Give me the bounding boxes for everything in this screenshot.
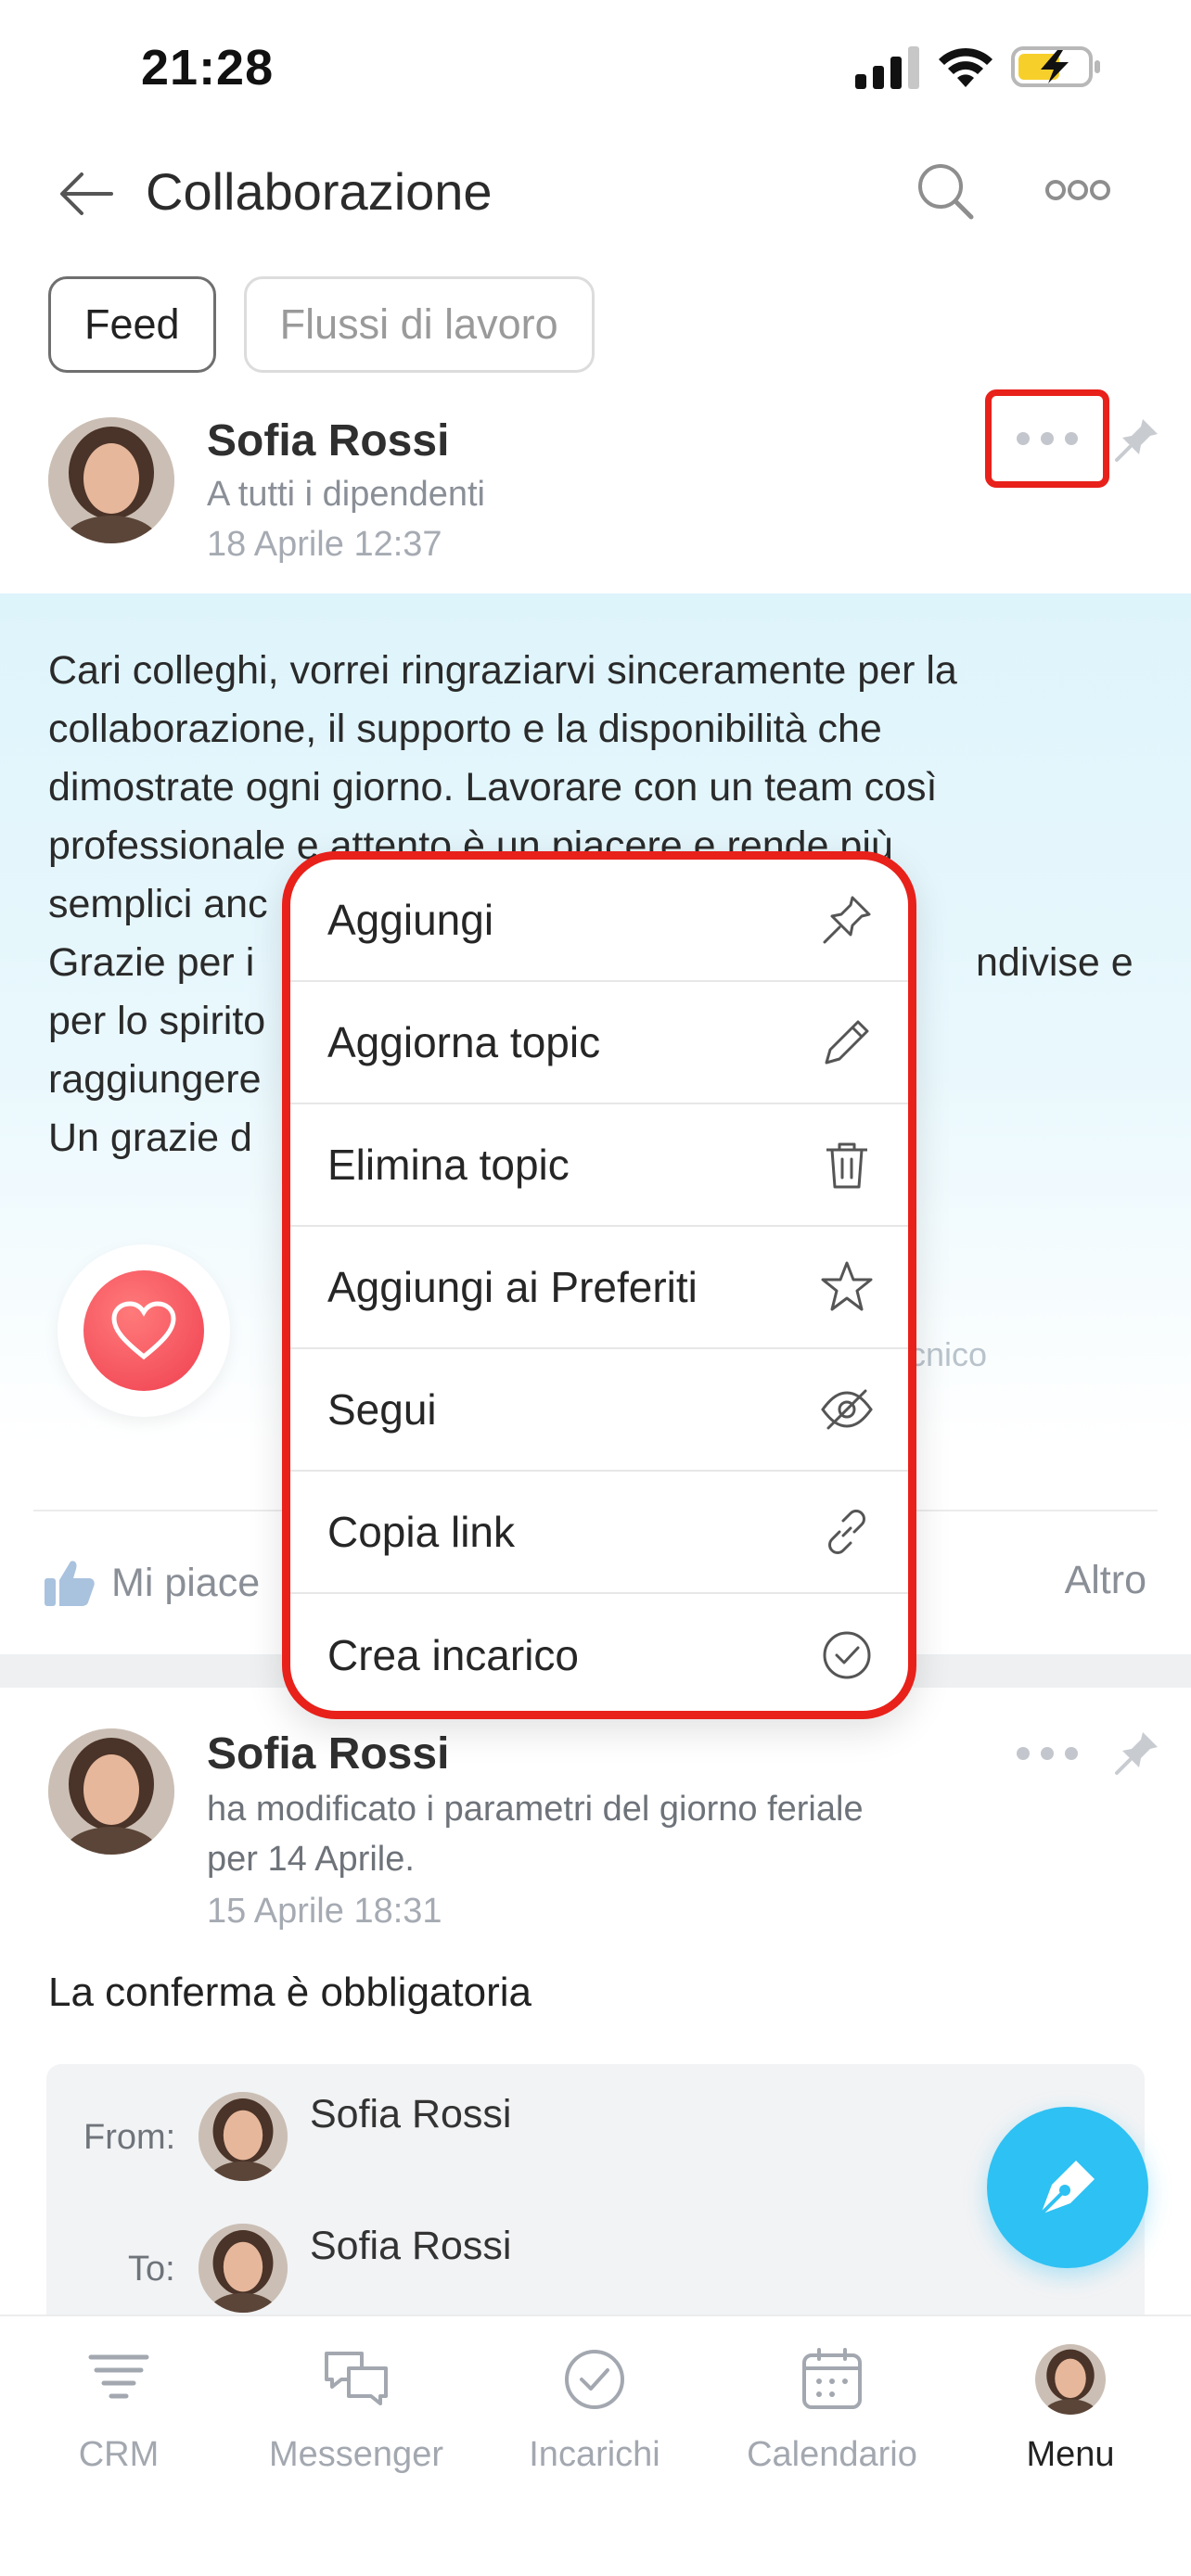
heart-icon — [111, 1301, 176, 1360]
post-date: 15 Aprile 18:31 — [207, 1892, 442, 1931]
avatar[interactable] — [48, 1728, 174, 1855]
battery-charging-icon — [1011, 46, 1100, 87]
tab-workflows[interactable]: Flussi di lavoro — [243, 276, 595, 373]
status-time: 21:28 — [141, 40, 275, 96]
pen-nib-icon — [1039, 2161, 1095, 2216]
like-button[interactable]: Mi piace — [43, 1550, 260, 1615]
to-label: To: — [128, 2250, 175, 2289]
menu-item-add-favorites[interactable]: Aggiungi ai Preferiti — [290, 1227, 908, 1349]
tab-tasks[interactable]: Incarichi — [483, 2344, 706, 2511]
app-header: Collaborazione — [0, 139, 1191, 250]
avatar-face-icon — [48, 417, 174, 543]
tab-label: Menu — [1026, 2435, 1115, 2474]
highlight-box — [985, 389, 1109, 488]
cellular-signal-icon — [855, 46, 919, 89]
trash-icon — [826, 1142, 867, 1189]
tab-label: Incarichi — [529, 2435, 660, 2474]
like-label: Mi piace — [111, 1560, 261, 1605]
menu-item-label: Aggiungi ai Preferiti — [327, 1263, 698, 1311]
tab-label: CRM — [78, 2435, 160, 2474]
check-circle-icon — [823, 1631, 871, 1679]
context-menu: Aggiungi Aggiorna topic Elimina topic Ag… — [282, 851, 916, 1719]
post-author[interactable]: Sofia Rossi — [207, 415, 449, 466]
status-bar: 21:28 — [0, 0, 1191, 130]
post-text-fragment: ndivise e — [976, 940, 1133, 985]
avatar[interactable] — [198, 2224, 288, 2313]
tab-messenger[interactable]: Messenger — [245, 2344, 467, 2511]
tab-crm[interactable]: CRM — [7, 2344, 230, 2511]
menu-item-delete-topic[interactable]: Elimina topic — [290, 1104, 908, 1227]
dot — [1065, 1747, 1078, 1760]
avatar — [1035, 2344, 1106, 2415]
tab-label: Calendario — [747, 2435, 917, 2474]
page-title: Collaborazione — [146, 162, 493, 221]
eye-off-icon — [821, 1389, 873, 1430]
menu-item-create-task[interactable]: Crea incarico — [290, 1594, 908, 1711]
search-icon[interactable] — [914, 159, 977, 223]
link-icon — [828, 1510, 865, 1554]
tab-feed[interactable]: Feed — [48, 276, 216, 373]
menu-item-add[interactable]: Aggiungi — [290, 860, 908, 982]
heart-badge — [83, 1270, 204, 1391]
post-audience[interactable]: A tutti i dipendenti — [207, 475, 485, 515]
post-action-line: per 14 Aprile. — [207, 1840, 415, 1879]
tab-menu[interactable]: Menu — [959, 2344, 1182, 2511]
dot — [1017, 1747, 1030, 1760]
menu-item-follow[interactable]: Segui — [290, 1349, 908, 1472]
menu-item-copy-link[interactable]: Copia link — [290, 1472, 908, 1594]
chat-icon — [325, 2352, 388, 2405]
more-options-icon[interactable] — [1044, 176, 1111, 204]
post-text-line: dimostrate ogni giorno. Lavorare con un … — [48, 765, 938, 810]
wifi-icon — [939, 47, 992, 87]
star-icon — [821, 1261, 873, 1311]
from-label: From: — [83, 2118, 176, 2157]
menu-item-label: Segui — [327, 1385, 437, 1434]
calendar-icon — [802, 2348, 862, 2409]
post-action-line: ha modificato i parametri del giorno fer… — [207, 1790, 864, 1829]
check-circle-icon — [565, 2350, 624, 2409]
pin-icon — [823, 896, 871, 944]
menu-item-label: Aggiorna topic — [327, 1018, 601, 1066]
pin-icon[interactable] — [1111, 414, 1163, 465]
pin-icon[interactable] — [1111, 1727, 1163, 1779]
post-more-button[interactable] — [992, 1730, 1103, 1777]
reaction-heart-button[interactable] — [58, 1244, 230, 1417]
avatar-face-icon — [1035, 2344, 1106, 2415]
new-post-button[interactable] — [987, 2107, 1148, 2268]
post-date: 18 Aprile 12:37 — [207, 525, 442, 564]
post-author[interactable]: Sofia Rossi — [207, 1728, 449, 1779]
more-reactions-button[interactable]: Altro — [1065, 1558, 1146, 1603]
avatar-face-icon — [48, 1728, 174, 1855]
tab-label: Messenger — [269, 2435, 443, 2474]
crm-icon — [88, 2354, 149, 2399]
bottom-tab-bar: CRM Messenger Incarichi Calendario Menu — [0, 2315, 1191, 2576]
avatar-face-icon — [198, 2224, 288, 2313]
post-body-text: La conferma è obbligatoria — [48, 1970, 531, 2015]
post-text-line: Cari colleghi, vorrei ringraziarvi since… — [48, 648, 957, 693]
back-arrow-icon[interactable] — [58, 169, 115, 219]
tab-calendar[interactable]: Calendario — [721, 2344, 943, 2511]
to-name[interactable]: Sofia Rossi — [310, 2224, 511, 2269]
menu-item-label: Elimina topic — [327, 1141, 570, 1189]
thumbs-up-icon — [45, 1561, 95, 1606]
avatar[interactable] — [48, 417, 174, 543]
avatar[interactable] — [198, 2092, 288, 2181]
menu-item-label: Crea incarico — [327, 1631, 579, 1679]
menu-item-label: Aggiungi — [327, 896, 494, 944]
post-text-line: Grazie per i — [48, 940, 255, 985]
from-name[interactable]: Sofia Rossi — [310, 2092, 511, 2137]
dot — [1041, 1747, 1054, 1760]
menu-item-update-topic[interactable]: Aggiorna topic — [290, 982, 908, 1104]
menu-item-label: Copia link — [327, 1508, 515, 1556]
post-text-line: collaborazione, il supporto e la disponi… — [48, 707, 882, 751]
pencil-icon — [825, 1020, 869, 1065]
feed-tabs: Feed Flussi di lavoro — [48, 276, 595, 373]
avatar-face-icon — [198, 2092, 288, 2181]
